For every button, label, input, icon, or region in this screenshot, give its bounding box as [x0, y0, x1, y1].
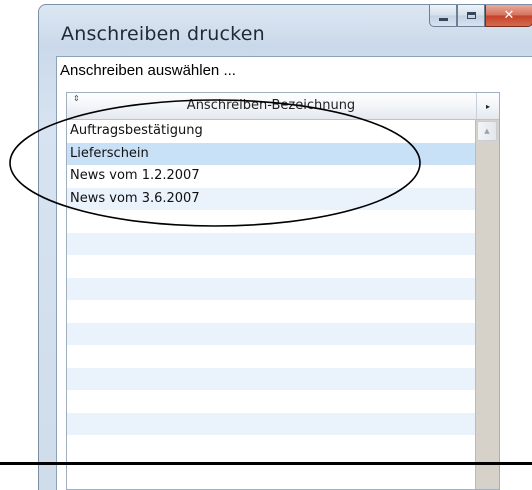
- table-row[interactable]: News vom 1.2.2007: [67, 165, 475, 188]
- table-row[interactable]: [67, 390, 475, 413]
- title-bar[interactable]: Anschreiben drucken ✕: [39, 5, 532, 55]
- table-row[interactable]: [67, 232, 475, 255]
- table-row[interactable]: [67, 367, 475, 390]
- table-row[interactable]: [67, 255, 475, 278]
- minimize-button[interactable]: [429, 5, 457, 27]
- maximize-icon: [466, 12, 476, 19]
- column-header-bezeichnung[interactable]: Anschreiben-Bezeichnung: [67, 98, 475, 113]
- table-row[interactable]: [67, 277, 475, 300]
- window-title: Anschreiben drucken: [61, 23, 265, 45]
- grid-rows: Auftragsbestätigung Lieferschein News vom …: [67, 120, 475, 458]
- close-button[interactable]: ✕: [485, 5, 532, 27]
- table-row[interactable]: Auftragsbestätigung: [67, 120, 475, 143]
- close-icon: ✕: [503, 8, 515, 23]
- table-row[interactable]: [67, 210, 475, 233]
- table-row[interactable]: [67, 300, 475, 323]
- scroll-up-button[interactable]: ▲: [477, 121, 497, 141]
- maximize-button[interactable]: [457, 5, 485, 27]
- letters-grid[interactable]: ⇕ Anschreiben-Bezeichnung ▸ Auftragsbest…: [66, 92, 500, 490]
- table-row[interactable]: [67, 322, 475, 345]
- chevron-up-icon: ▲: [484, 127, 490, 135]
- table-row[interactable]: News vom 3.6.2007: [67, 187, 475, 210]
- table-row[interactable]: [67, 345, 475, 368]
- vertical-scrollbar[interactable]: ▲: [475, 120, 499, 489]
- column-menu-button[interactable]: ▸: [476, 93, 499, 119]
- minimize-icon: [438, 18, 448, 21]
- chevron-right-icon: ▸: [485, 101, 490, 111]
- caption-buttons: ✕: [429, 5, 532, 29]
- grid-header: ⇕ Anschreiben-Bezeichnung ▸: [67, 93, 499, 120]
- table-row[interactable]: [67, 435, 475, 458]
- separator-line: [0, 462, 532, 465]
- table-row[interactable]: [67, 412, 475, 435]
- select-prompt-label: Anschreiben auswählen ...: [60, 62, 236, 79]
- table-row[interactable]: Lieferschein: [67, 142, 475, 165]
